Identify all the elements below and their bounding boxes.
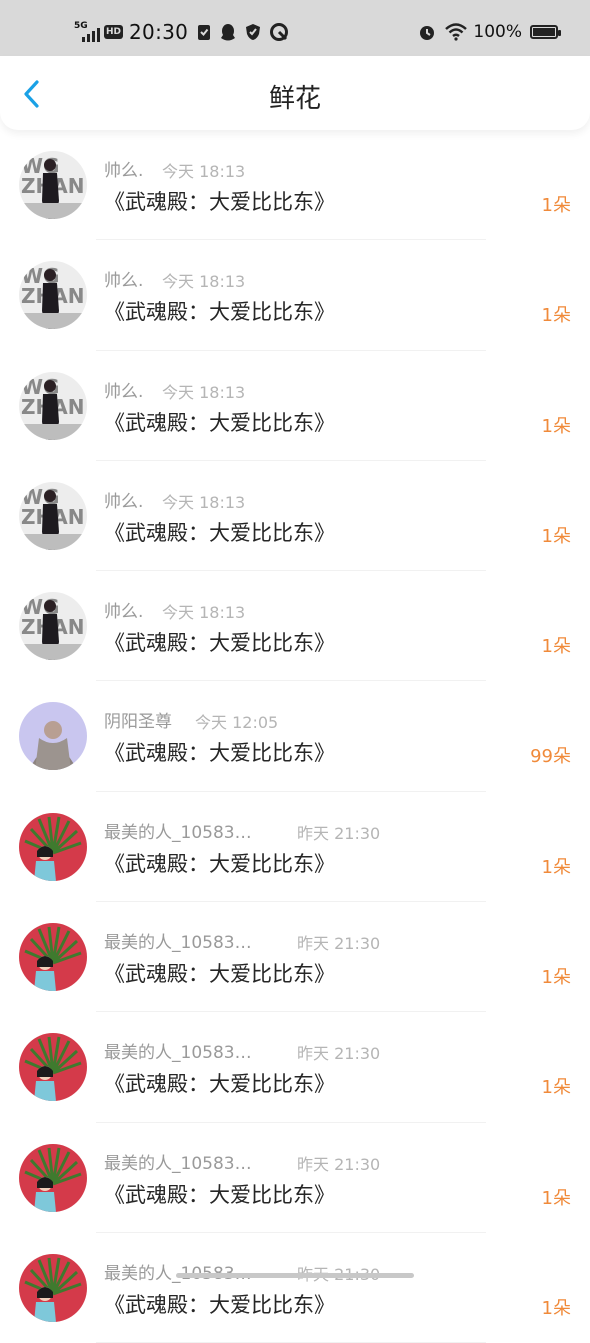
battery-percent: 100% (473, 22, 522, 42)
username[interactable]: 帅么. (104, 377, 143, 402)
avatar[interactable] (19, 1033, 87, 1102)
alarm-icon (418, 23, 436, 41)
username[interactable]: 最美的人_10583… (104, 1038, 252, 1063)
username[interactable]: 最美的人_10583… (104, 928, 252, 953)
flower-count: 1朵 (541, 1187, 571, 1209)
list-item[interactable]: WGZHAN 帅么. 今天 18:13 《武魂殿：大爱比比东》 1朵 (0, 461, 590, 572)
status-bar-right: 100% (409, 18, 561, 46)
list-item[interactable]: 最美的人_10583… 昨天 21:30 《武魂殿：大爱比比东》 1朵 (0, 792, 590, 903)
username[interactable]: 阴阳圣尊 (104, 707, 172, 732)
signal-icon: 5G (74, 21, 102, 43)
avatar[interactable] (19, 1143, 87, 1212)
book-title[interactable]: 《武魂殿：大爱比比东》 (104, 627, 335, 657)
status-bar-left: 5G HD 20:30 (74, 18, 289, 46)
shield-icon (245, 23, 261, 41)
book-title[interactable]: 《武魂殿：大爱比比东》 (104, 517, 335, 547)
book-title[interactable]: 《武魂殿：大爱比比东》 (104, 1068, 335, 1098)
timestamp: 昨天 21:30 (297, 823, 381, 843)
username[interactable]: 最美的人_10583… (104, 1149, 252, 1174)
battery-icon (530, 25, 561, 39)
flower-count: 1朵 (541, 1297, 571, 1319)
timestamp: 今天 18:13 (162, 272, 246, 292)
avatar[interactable] (19, 702, 87, 771)
avatar[interactable]: WGZHAN (19, 481, 87, 550)
book-title[interactable]: 《武魂殿：大爱比比东》 (104, 186, 335, 216)
list-item[interactable]: 最美的人_10583… 昨天 21:30 《武魂殿：大爱比比东》 1朵 (0, 1012, 590, 1123)
book-title[interactable]: 《武魂殿：大爱比比东》 (104, 958, 335, 988)
timestamp: 今天 18:13 (162, 603, 246, 623)
flower-count: 1朵 (541, 525, 571, 547)
username[interactable]: 帅么. (104, 597, 143, 622)
timestamp: 今天 18:13 (162, 382, 246, 402)
flower-count: 1朵 (541, 305, 571, 327)
home-indicator[interactable] (176, 1273, 414, 1278)
book-title[interactable]: 《武魂殿：大爱比比东》 (104, 296, 335, 326)
username[interactable]: 最美的人_10583… (104, 1259, 252, 1284)
list-item[interactable]: WGZHAN 帅么. 今天 18:13 《武魂殿：大爱比比东》 1朵 (0, 240, 590, 351)
book-title[interactable]: 《武魂殿：大爱比比东》 (104, 407, 335, 437)
username[interactable]: 帅么. (104, 487, 143, 512)
status-bar: 5G HD 20:30 100% (0, 0, 590, 56)
list-item[interactable]: 最美的人_10583…昨天 21:30《武魂殿：大爱比比东》1朵 (0, 1233, 590, 1343)
flower-record-list: WGZHAN 帅么. 今天 18:13 《武魂殿：大爱比比东》 1朵 WGZHAN 帅么. 今… (0, 130, 590, 1343)
timestamp: 昨天 21:30 (297, 1044, 381, 1064)
list-item[interactable]: 最美的人_10583… 昨天 21:30 《武魂殿：大爱比比东》 1朵 (0, 1123, 590, 1234)
timestamp: 昨天 21:30 (297, 1154, 381, 1174)
flower-count: 1朵 (541, 856, 571, 878)
list-item[interactable]: WGZHAN 帅么. 今天 18:13 《武魂殿：大爱比比东》 1朵 (0, 351, 590, 462)
browser-icon (270, 23, 289, 41)
hd-icon: HD (104, 25, 124, 39)
avatar[interactable]: WGZHAN (19, 371, 87, 440)
avatar[interactable]: WGZHAN (19, 592, 87, 661)
clipboard-icon (197, 23, 211, 41)
timestamp: 今天 12:05 (195, 713, 279, 733)
book-title[interactable]: 《武魂殿：大爱比比东》 (104, 848, 335, 878)
avatar[interactable]: WGZHAN (19, 151, 87, 219)
avatar[interactable]: WGZHAN (19, 261, 87, 330)
book-title[interactable]: 《武魂殿：大爱比比东》 (104, 737, 335, 767)
book-title[interactable]: 《武魂殿：大爱比比东》 (104, 1289, 335, 1319)
avatar[interactable] (19, 812, 87, 881)
timestamp: 今天 18:13 (162, 492, 246, 512)
flower-count: 1朵 (541, 195, 571, 216)
username[interactable]: 帅么. (104, 266, 143, 291)
qq-icon (220, 23, 236, 41)
wifi-icon (445, 23, 468, 41)
status-time: 20:30 (129, 20, 189, 44)
list-item[interactable]: 最美的人_10583… 昨天 21:30 《武魂殿：大爱比比东》 1朵 (0, 902, 590, 1013)
flower-count: 1朵 (541, 967, 571, 989)
timestamp: 昨天 21:30 (297, 934, 381, 954)
flower-count: 1朵 (541, 415, 571, 437)
list-item[interactable]: 阴阳圣尊 今天 12:05 《武魂殿：大爱比比东》 99朵 (0, 681, 590, 793)
nav-bar: 鲜花 (0, 56, 590, 130)
username[interactable]: 最美的人_10583… (104, 818, 252, 843)
flower-count: 1朵 (541, 1077, 571, 1099)
list-item[interactable]: WGZHAN 帅么. 今天 18:13 《武魂殿：大爱比比东》 1朵 (0, 571, 590, 682)
username[interactable]: 帅么. (104, 156, 143, 181)
avatar[interactable] (19, 923, 87, 992)
flower-count: 99朵 (530, 746, 571, 768)
book-title[interactable]: 《武魂殿：大爱比比东》 (104, 1179, 335, 1209)
page-title: 鲜花 (268, 84, 321, 114)
avatar[interactable] (19, 1253, 87, 1322)
timestamp: 今天 18:13 (162, 162, 246, 181)
flower-count: 1朵 (541, 636, 571, 658)
list-item[interactable]: WGZHAN 帅么. 今天 18:13 《武魂殿：大爱比比东》 1朵 (0, 130, 590, 241)
